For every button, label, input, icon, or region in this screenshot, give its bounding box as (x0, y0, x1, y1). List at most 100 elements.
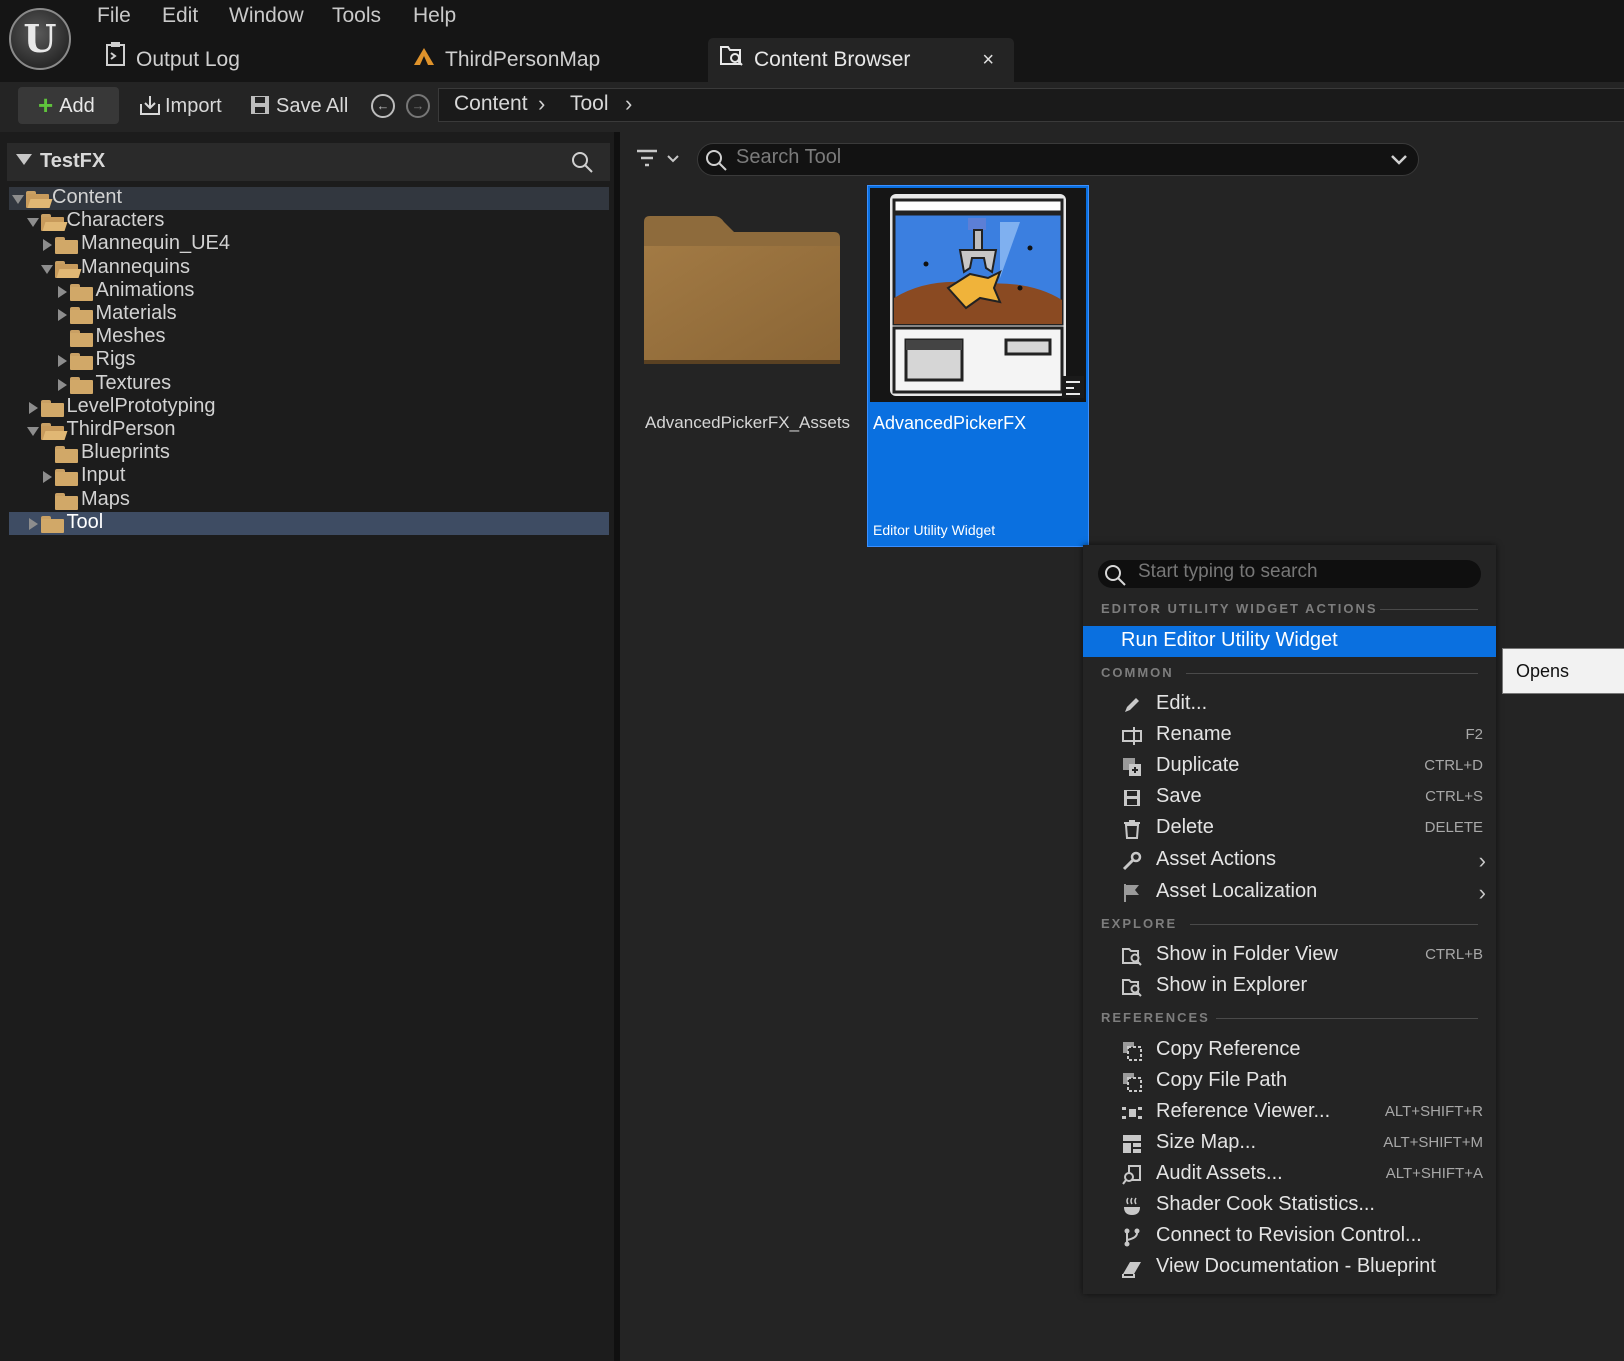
copy-icon (1122, 1072, 1142, 1092)
tooltip: Opens (1502, 648, 1624, 694)
folder-open-icon (40, 214, 67, 232)
tree-item-meshes[interactable]: Meshes (9, 325, 609, 349)
search-placeholder: Search Tool (736, 146, 842, 168)
tab-output-log-label: Output Log (136, 48, 240, 71)
tree-item-mannequins[interactable]: Mannequins (9, 256, 609, 280)
menu-copy-reference[interactable]: Copy Reference (1083, 1035, 1496, 1066)
menu-connect-revision-control[interactable]: Connect to Revision Control... (1083, 1221, 1496, 1252)
menu-help[interactable]: Help (413, 4, 456, 28)
caret-right-icon[interactable] (43, 239, 52, 252)
tree-item-label: Input (81, 464, 126, 487)
caret-down-icon[interactable] (16, 154, 32, 165)
folder-search-icon (1122, 977, 1142, 997)
folder-icon (69, 307, 93, 324)
breadcrumb-content[interactable]: Content (454, 92, 528, 116)
tree-item-animations[interactable]: Animations (9, 279, 609, 303)
caret-down-icon[interactable] (41, 264, 53, 274)
menu-shader-cook-statistics[interactable]: Shader Cook Statistics... (1083, 1190, 1496, 1221)
tree-item-tool[interactable]: Tool (9, 511, 609, 535)
tree-item-thirdperson[interactable]: ThirdPerson (9, 418, 609, 442)
folder-thumbnail-icon[interactable] (642, 214, 842, 366)
tree-item-maps[interactable]: Maps (9, 488, 609, 512)
chevron-right-icon: › (1478, 880, 1486, 905)
menu-item-label: View Documentation - Blueprint (1156, 1255, 1436, 1277)
tree-item-mannequin-ue4[interactable]: Mannequin_UE4 (9, 232, 609, 256)
unreal-logo-icon[interactable]: U (9, 8, 71, 70)
menu-size-map[interactable]: Size Map... ALT+SHIFT+M (1083, 1128, 1496, 1159)
menu-item-label: Show in Explorer (1156, 974, 1308, 996)
chevron-right-icon[interactable]: › (538, 91, 545, 117)
search-icon[interactable] (570, 150, 594, 179)
menu-edit-asset[interactable]: Edit... (1083, 689, 1496, 720)
caret-right-icon[interactable] (43, 471, 52, 484)
save-all-button[interactable]: Save All (250, 92, 348, 123)
import-button[interactable]: Import (139, 92, 222, 124)
tree-item-characters[interactable]: Characters (9, 209, 609, 233)
menu-tools[interactable]: Tools (332, 4, 381, 28)
caret-right-icon[interactable] (57, 309, 67, 321)
menu-show-in-explorer[interactable]: Show in Explorer (1083, 971, 1496, 1002)
tab-content-browser[interactable]: Content Browser × (708, 38, 1014, 82)
filter-icon[interactable] (636, 148, 682, 175)
tree-item-textures[interactable]: Textures (9, 372, 609, 396)
menu-window[interactable]: Window (229, 4, 304, 28)
folder-icon (69, 330, 93, 348)
menu-edit[interactable]: Edit (162, 4, 198, 28)
caret-right-icon[interactable] (57, 285, 67, 298)
caret-right-icon[interactable] (57, 355, 67, 368)
chevron-right-icon[interactable]: › (625, 91, 632, 117)
menu-asset-localization[interactable]: Asset Localization › (1083, 877, 1496, 908)
asset-type: Editor Utility Widget (873, 522, 996, 538)
menu-view-documentation[interactable]: View Documentation - Blueprint (1083, 1252, 1496, 1283)
tree-item-blueprints[interactable]: Blueprints (9, 441, 609, 465)
save-all-icon (250, 95, 270, 123)
add-button[interactable]: + Add (18, 87, 119, 124)
caret-right-icon[interactable] (28, 401, 38, 414)
menu-run-editor-utility-widget[interactable]: Run Editor Utility Widget (1083, 626, 1496, 657)
folder-icon (40, 515, 64, 533)
tree-item-materials[interactable]: Materials (9, 302, 609, 326)
caret-right-icon[interactable] (28, 517, 38, 530)
duplicate-icon (1122, 757, 1142, 777)
close-icon[interactable]: × (982, 38, 994, 82)
asset-name: AdvancedPickerFX (873, 413, 1027, 433)
forward-arrow-icon[interactable]: → (406, 94, 430, 118)
menu-item-label: Audit Assets... (1156, 1162, 1283, 1184)
menu-rename[interactable]: Rename F2 (1083, 720, 1496, 751)
folder-icon (40, 399, 64, 417)
tree-item-levelprototyping[interactable]: LevelPrototyping (9, 395, 609, 419)
tab-output-log[interactable]: Output Log (106, 38, 240, 82)
menu-audit-assets[interactable]: Audit Assets... ALT+SHIFT+A (1083, 1159, 1496, 1190)
tree-item-input[interactable]: Input (9, 464, 609, 488)
section-divider (1190, 924, 1478, 925)
shortcut: CTRL+B (1425, 946, 1483, 963)
caret-down-icon[interactable] (26, 218, 39, 228)
menu-asset-actions[interactable]: Asset Actions › (1083, 845, 1496, 876)
folder-name[interactable]: AdvancedPickerFX_Assets (645, 413, 850, 433)
tab-thirdpersonmap[interactable]: ThirdPersonMap (413, 38, 600, 82)
breadcrumb-tool[interactable]: Tool (570, 92, 609, 116)
tree-item-rigs[interactable]: Rigs (9, 348, 609, 372)
pencil-icon (1122, 695, 1142, 715)
tree-item-content[interactable]: Content (9, 186, 609, 210)
menu-item-label: Edit... (1156, 692, 1208, 714)
menu-item-label: Duplicate (1156, 754, 1240, 776)
chevron-down-icon[interactable] (1390, 148, 1408, 175)
folder-icon (69, 283, 93, 301)
menu-reference-viewer[interactable]: Reference Viewer... ALT+SHIFT+R (1083, 1097, 1496, 1128)
menu-item-label: Size Map... (1156, 1131, 1257, 1153)
reference-viewer-icon (1122, 1103, 1142, 1123)
menu-show-in-folder-view[interactable]: Show in Folder View CTRL+B (1083, 940, 1496, 971)
menu-file[interactable]: File (97, 4, 131, 28)
back-arrow-icon[interactable]: ← (371, 94, 395, 118)
caret-down-icon[interactable] (26, 427, 39, 436)
caret-right-icon[interactable] (57, 378, 67, 391)
add-button-label: Add (59, 95, 95, 117)
menu-delete[interactable]: Delete DELETE (1083, 813, 1496, 844)
menu-duplicate[interactable]: Duplicate CTRL+D (1083, 751, 1496, 782)
menu-item-label: Save (1156, 785, 1202, 807)
caret-down-icon[interactable] (12, 195, 24, 204)
menu-save[interactable]: Save CTRL+S (1083, 782, 1496, 813)
tree-item-label: Content (52, 186, 123, 208)
menu-copy-file-path[interactable]: Copy File Path (1083, 1066, 1496, 1097)
